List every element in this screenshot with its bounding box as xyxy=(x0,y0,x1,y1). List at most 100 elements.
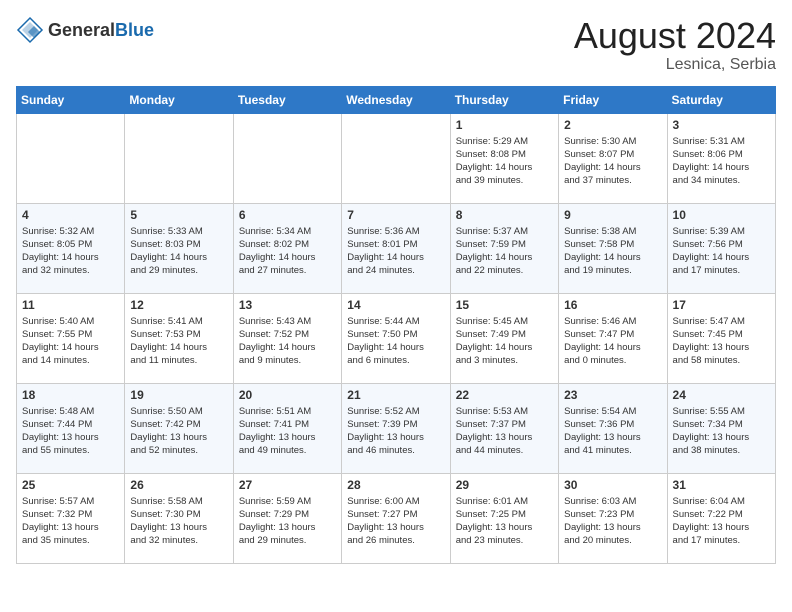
calendar-cell xyxy=(125,113,233,203)
day-info: Sunrise: 5:59 AM Sunset: 7:29 PM Dayligh… xyxy=(239,495,336,548)
logo-text-blue: Blue xyxy=(115,20,154,40)
calendar-cell: 13 Sunrise: 5:43 AM Sunset: 7:52 PM Dayli… xyxy=(233,293,341,383)
calendar-body: 1 Sunrise: 5:29 AM Sunset: 8:08 PM Daylig… xyxy=(17,113,776,563)
calendar-header-row: SundayMondayTuesdayWednesdayThursdayFrid… xyxy=(17,86,776,113)
calendar-cell: 2 Sunrise: 5:30 AM Sunset: 8:07 PM Daylig… xyxy=(559,113,667,203)
day-number: 10 xyxy=(673,208,770,222)
day-info: Sunrise: 5:31 AM Sunset: 8:06 PM Dayligh… xyxy=(673,135,770,188)
day-number: 26 xyxy=(130,478,227,492)
day-number: 14 xyxy=(347,298,444,312)
day-number: 11 xyxy=(22,298,119,312)
day-info: Sunrise: 5:45 AM Sunset: 7:49 PM Dayligh… xyxy=(456,315,553,368)
calendar-cell: 6Sunrise: 5:34 AM Sunset: 8:02 PM Daylig… xyxy=(233,203,341,293)
day-number: 5 xyxy=(130,208,227,222)
day-of-week-header: Tuesday xyxy=(233,86,341,113)
day-number: 25 xyxy=(22,478,119,492)
calendar-week-row: 18 Sunrise: 5:48 AM Sunset: 7:44 PM Dayli… xyxy=(17,383,776,473)
calendar-cell: 11Sunrise: 5:40 AM Sunset: 7:55 PM Dayli… xyxy=(17,293,125,383)
logo: GeneralBlue xyxy=(16,16,154,44)
calendar-cell: 29Sunrise: 6:01 AM Sunset: 7:25 PM Dayli… xyxy=(450,473,558,563)
day-number: 23 xyxy=(564,388,661,402)
day-number: 7 xyxy=(347,208,444,222)
day-info: Sunrise: 5:29 AM Sunset: 8:08 PM Dayligh… xyxy=(456,135,553,188)
day-number: 20 xyxy=(239,388,336,402)
day-info: Sunrise: 5:54 AM Sunset: 7:36 PM Dayligh… xyxy=(564,405,661,458)
calendar-cell: 20 Sunrise: 5:51 AM Sunset: 7:41 PM Dayli… xyxy=(233,383,341,473)
calendar-cell: 4 Sunrise: 5:32 AM Sunset: 8:05 PM Daylig… xyxy=(17,203,125,293)
calendar-cell: 12 Sunrise: 5:41 AM Sunset: 7:53 PM Dayli… xyxy=(125,293,233,383)
day-number: 21 xyxy=(347,388,444,402)
page-header: GeneralBlue August 2024 Lesnica, Serbia xyxy=(16,16,776,74)
day-number: 18 xyxy=(22,388,119,402)
calendar-cell xyxy=(17,113,125,203)
day-number: 15 xyxy=(456,298,553,312)
day-of-week-header: Wednesday xyxy=(342,86,450,113)
calendar-cell: 31Sunrise: 6:04 AM Sunset: 7:22 PM Dayli… xyxy=(667,473,775,563)
day-number: 2 xyxy=(564,118,661,132)
day-number: 12 xyxy=(130,298,227,312)
day-info: Sunrise: 5:37 AM Sunset: 7:59 PM Dayligh… xyxy=(456,225,553,278)
day-info: Sunrise: 5:43 AM Sunset: 7:52 PM Dayligh… xyxy=(239,315,336,368)
calendar-week-row: 11Sunrise: 5:40 AM Sunset: 7:55 PM Dayli… xyxy=(17,293,776,383)
day-of-week-header: Monday xyxy=(125,86,233,113)
day-info: Sunrise: 5:30 AM Sunset: 8:07 PM Dayligh… xyxy=(564,135,661,188)
day-number: 31 xyxy=(673,478,770,492)
day-number: 17 xyxy=(673,298,770,312)
day-info: Sunrise: 5:52 AM Sunset: 7:39 PM Dayligh… xyxy=(347,405,444,458)
calendar-cell: 28 Sunrise: 6:00 AM Sunset: 7:27 PM Dayli… xyxy=(342,473,450,563)
day-of-week-header: Thursday xyxy=(450,86,558,113)
day-number: 30 xyxy=(564,478,661,492)
day-number: 27 xyxy=(239,478,336,492)
day-info: Sunrise: 5:32 AM Sunset: 8:05 PM Dayligh… xyxy=(22,225,119,278)
calendar-cell: 15 Sunrise: 5:45 AM Sunset: 7:49 PM Dayli… xyxy=(450,293,558,383)
day-info: Sunrise: 6:00 AM Sunset: 7:27 PM Dayligh… xyxy=(347,495,444,548)
calendar-cell: 27 Sunrise: 5:59 AM Sunset: 7:29 PM Dayli… xyxy=(233,473,341,563)
day-info: Sunrise: 5:53 AM Sunset: 7:37 PM Dayligh… xyxy=(456,405,553,458)
day-of-week-header: Friday xyxy=(559,86,667,113)
calendar-cell: 9 Sunrise: 5:38 AM Sunset: 7:58 PM Daylig… xyxy=(559,203,667,293)
calendar-cell: 7Sunrise: 5:36 AM Sunset: 8:01 PM Daylig… xyxy=(342,203,450,293)
calendar-cell: 18 Sunrise: 5:48 AM Sunset: 7:44 PM Dayli… xyxy=(17,383,125,473)
day-number: 9 xyxy=(564,208,661,222)
day-number: 3 xyxy=(673,118,770,132)
calendar-table: SundayMondayTuesdayWednesdayThursdayFrid… xyxy=(16,86,776,564)
calendar-cell: 19Sunrise: 5:50 AM Sunset: 7:42 PM Dayli… xyxy=(125,383,233,473)
calendar-cell: 25 Sunrise: 5:57 AM Sunset: 7:32 PM Dayli… xyxy=(17,473,125,563)
title-area: August 2024 Lesnica, Serbia xyxy=(574,16,776,74)
day-number: 1 xyxy=(456,118,553,132)
day-of-week-header: Sunday xyxy=(17,86,125,113)
day-info: Sunrise: 6:03 AM Sunset: 7:23 PM Dayligh… xyxy=(564,495,661,548)
day-number: 28 xyxy=(347,478,444,492)
calendar-week-row: 1 Sunrise: 5:29 AM Sunset: 8:08 PM Daylig… xyxy=(17,113,776,203)
day-number: 13 xyxy=(239,298,336,312)
day-number: 29 xyxy=(456,478,553,492)
calendar-cell: 24 Sunrise: 5:55 AM Sunset: 7:34 PM Dayli… xyxy=(667,383,775,473)
calendar-cell: 22 Sunrise: 5:53 AM Sunset: 7:37 PM Dayli… xyxy=(450,383,558,473)
day-info: Sunrise: 5:34 AM Sunset: 8:02 PM Dayligh… xyxy=(239,225,336,278)
logo-icon xyxy=(16,16,44,44)
calendar-cell: 14 Sunrise: 5:44 AM Sunset: 7:50 PM Dayli… xyxy=(342,293,450,383)
calendar-cell: 23 Sunrise: 5:54 AM Sunset: 7:36 PM Dayli… xyxy=(559,383,667,473)
location-subtitle: Lesnica, Serbia xyxy=(574,56,776,74)
calendar-week-row: 4 Sunrise: 5:32 AM Sunset: 8:05 PM Daylig… xyxy=(17,203,776,293)
day-info: Sunrise: 5:55 AM Sunset: 7:34 PM Dayligh… xyxy=(673,405,770,458)
calendar-cell: 21 Sunrise: 5:52 AM Sunset: 7:39 PM Dayli… xyxy=(342,383,450,473)
day-info: Sunrise: 5:57 AM Sunset: 7:32 PM Dayligh… xyxy=(22,495,119,548)
logo-text-general: General xyxy=(48,20,115,40)
day-number: 4 xyxy=(22,208,119,222)
day-number: 8 xyxy=(456,208,553,222)
day-of-week-header: Saturday xyxy=(667,86,775,113)
day-number: 22 xyxy=(456,388,553,402)
day-number: 24 xyxy=(673,388,770,402)
calendar-cell: 1 Sunrise: 5:29 AM Sunset: 8:08 PM Daylig… xyxy=(450,113,558,203)
day-number: 19 xyxy=(130,388,227,402)
day-info: Sunrise: 5:41 AM Sunset: 7:53 PM Dayligh… xyxy=(130,315,227,368)
day-info: Sunrise: 5:44 AM Sunset: 7:50 PM Dayligh… xyxy=(347,315,444,368)
calendar-cell: 5Sunrise: 5:33 AM Sunset: 8:03 PM Daylig… xyxy=(125,203,233,293)
day-info: Sunrise: 5:51 AM Sunset: 7:41 PM Dayligh… xyxy=(239,405,336,458)
calendar-cell: 26Sunrise: 5:58 AM Sunset: 7:30 PM Dayli… xyxy=(125,473,233,563)
day-info: Sunrise: 5:38 AM Sunset: 7:58 PM Dayligh… xyxy=(564,225,661,278)
calendar-cell xyxy=(233,113,341,203)
day-info: Sunrise: 5:39 AM Sunset: 7:56 PM Dayligh… xyxy=(673,225,770,278)
day-info: Sunrise: 5:48 AM Sunset: 7:44 PM Dayligh… xyxy=(22,405,119,458)
